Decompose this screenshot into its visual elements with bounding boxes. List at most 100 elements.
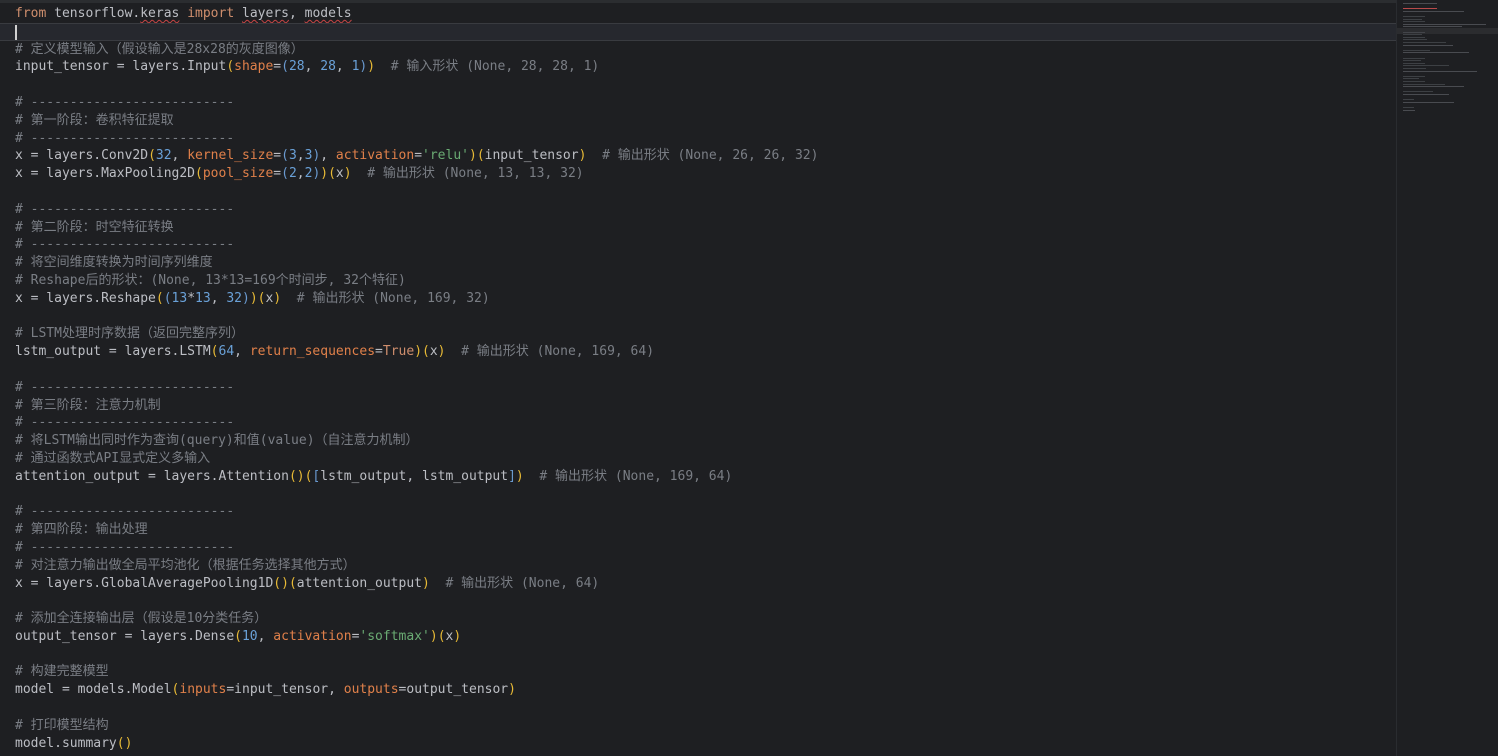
- code-token: ): [249, 290, 258, 306]
- minimap-line: [1403, 18, 1423, 20]
- minimap-line: [1403, 49, 1431, 51]
- code-token: (: [210, 344, 219, 360]
- minimap-line: [1403, 26, 1463, 28]
- code-token: # --------------------------: [15, 379, 235, 395]
- code-line[interactable]: model = models.Model(inputs=input_tensor…: [0, 681, 1396, 699]
- code-token: return_sequences: [249, 344, 376, 360]
- code-token: keras: [140, 6, 180, 21]
- code-line[interactable]: # 第二阶段：时空特征转换: [0, 219, 1396, 237]
- code-line[interactable]: [0, 592, 1396, 610]
- code-line[interactable]: # 将LSTM输出同时作为查询(query)和值(value)（自注意力机制）: [0, 432, 1396, 450]
- code-line[interactable]: # Reshape后的形状：(None, 13*13=169个时间步, 32个特…: [0, 272, 1396, 290]
- text-cursor: [15, 24, 17, 40]
- minimap-line: [1403, 60, 1421, 62]
- code-line[interactable]: # 对注意力输出做全局平均池化（根据任务选择其他方式）: [0, 557, 1396, 575]
- code-token: models: [304, 6, 352, 21]
- code-token: # 第一阶段：卷积特征提取: [15, 112, 174, 128]
- code-token: x = layers.GlobalAveragePooling1D: [15, 575, 274, 591]
- code-line[interactable]: # 构建完整模型: [0, 663, 1396, 681]
- code-token: # --------------------------: [15, 201, 235, 217]
- code-line[interactable]: # LSTM处理时序数据（返回完整序列）: [0, 325, 1396, 343]
- minimap-line: [1403, 16, 1426, 17]
- code-token: (: [422, 344, 430, 360]
- minimap-line: [1403, 31, 1426, 33]
- code-line[interactable]: # --------------------------: [0, 379, 1396, 397]
- code-token: (: [476, 148, 485, 164]
- code-line[interactable]: # 第四阶段：输出处理: [0, 521, 1396, 539]
- code-line[interactable]: # --------------------------: [0, 130, 1396, 148]
- code-line[interactable]: [0, 486, 1396, 504]
- code-line[interactable]: # --------------------------: [0, 201, 1396, 219]
- code-token: ): [515, 468, 524, 484]
- code-token: ): [367, 59, 376, 75]
- code-token: 'softmax': [359, 628, 430, 644]
- code-line[interactable]: # --------------------------: [0, 94, 1396, 112]
- code-token: attention_output: [296, 575, 422, 591]
- code-line[interactable]: # --------------------------: [0, 503, 1396, 521]
- code-token: # 输入形状 (None, 28, 28, 1): [390, 59, 600, 75]
- code-token: # LSTM处理时序数据（返回完整序列）: [15, 326, 244, 342]
- code-token: 28: [320, 59, 336, 75]
- code-line[interactable]: [0, 22, 1396, 41]
- minimap-line: [1403, 68, 1427, 69]
- code-line[interactable]: [0, 361, 1396, 379]
- minimap-line: [1403, 86, 1464, 88]
- code-area[interactable]: from tensorflow.keras import layers, mod…: [0, 5, 1396, 756]
- code-token: =: [226, 682, 235, 698]
- code-token: # Reshape后的形状：(None, 13*13=169个时间步, 32个特…: [15, 272, 406, 288]
- code-token: input_tensor = layers.Input: [15, 59, 227, 75]
- code-line[interactable]: # 第三阶段：注意力机制: [0, 397, 1396, 415]
- code-line[interactable]: x = layers.MaxPooling2D(pool_size=(2,2))…: [0, 165, 1396, 183]
- minimap-line: [1403, 57, 1426, 59]
- code-line[interactable]: x = layers.GlobalAveragePooling1D()(atte…: [0, 575, 1396, 593]
- code-token: # 将LSTM输出同时作为查询(query)和值(value)（自注意力机制）: [15, 433, 419, 449]
- code-line[interactable]: attention_output = layers.Attention()([l…: [0, 468, 1396, 486]
- minimap[interactable]: [1396, 0, 1498, 756]
- code-line[interactable]: x = layers.Conv2D(32, kernel_size=(3,3),…: [0, 147, 1396, 165]
- minimap-line: [1403, 39, 1427, 41]
- code-line[interactable]: x = layers.Reshape((13*13, 32))(x) # 输出形…: [0, 290, 1396, 308]
- code-line[interactable]: # 打印模型结构: [0, 717, 1396, 735]
- code-token: =: [273, 148, 282, 164]
- code-token: (): [116, 735, 133, 751]
- code-token: x: [335, 166, 344, 182]
- code-line[interactable]: # 通过函数式API显式定义多输入: [0, 450, 1396, 468]
- code-token: 32: [226, 290, 242, 306]
- code-token: ,: [335, 59, 352, 75]
- minimap-line: [1403, 78, 1419, 80]
- code-line[interactable]: [0, 646, 1396, 664]
- code-line[interactable]: lstm_output = layers.LSTM(64, return_seq…: [0, 343, 1396, 361]
- minimap-line: [1403, 42, 1447, 43]
- code-token: # 输出形状 (None, 64): [445, 575, 600, 591]
- code-line[interactable]: # --------------------------: [0, 539, 1396, 557]
- code-line[interactable]: output_tensor = layers.Dense(10, activat…: [0, 628, 1396, 646]
- code-token: 2: [288, 166, 297, 182]
- code-token: # 输出形状 (None, 13, 13, 32): [367, 166, 584, 182]
- code-line[interactable]: # 将空间维度转换为时间序列维度: [0, 254, 1396, 272]
- code-line[interactable]: # --------------------------: [0, 414, 1396, 432]
- code-line[interactable]: [0, 308, 1396, 326]
- minimap-line: [1403, 65, 1450, 67]
- code-token: (: [234, 628, 242, 644]
- code-token: ,: [288, 6, 305, 21]
- code-line[interactable]: # 添加全连接输出层（假设是10分类任务）: [0, 610, 1396, 628]
- code-token: x = layers.Conv2D: [15, 148, 149, 164]
- code-line[interactable]: from tensorflow.keras import layers, mod…: [0, 5, 1396, 23]
- code-editor[interactable]: from tensorflow.keras import layers, mod…: [0, 0, 1498, 756]
- code-token: import: [187, 6, 235, 21]
- code-token: (: [155, 290, 164, 306]
- code-token: (: [281, 59, 289, 75]
- code-line[interactable]: # --------------------------: [0, 236, 1396, 254]
- code-line[interactable]: # 第一阶段：卷积特征提取: [0, 112, 1396, 130]
- code-line[interactable]: # 定义模型输入（假设输入是28x28的灰度图像）: [0, 41, 1396, 59]
- code-line[interactable]: [0, 699, 1396, 717]
- code-line[interactable]: model.summary(): [0, 735, 1396, 753]
- code-line[interactable]: input_tensor = layers.Input(shape=(28, 2…: [0, 58, 1396, 76]
- code-line[interactable]: [0, 76, 1396, 94]
- code-line[interactable]: [0, 183, 1396, 201]
- code-token: from: [15, 6, 47, 21]
- minimap-line: [1403, 109, 1415, 111]
